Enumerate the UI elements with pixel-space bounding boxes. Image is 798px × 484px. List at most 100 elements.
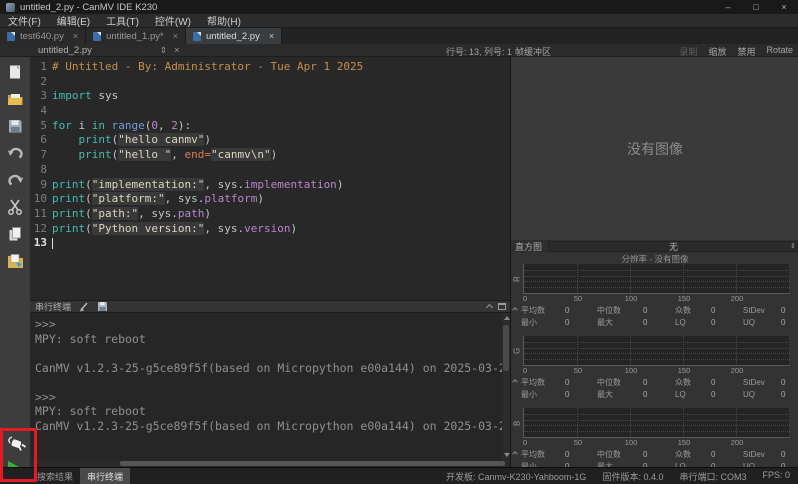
file-tab[interactable]: untitled_1.py* × <box>86 28 186 44</box>
histogram-x-axis: 050100150200 <box>523 366 798 376</box>
scrollbar-thumb[interactable] <box>503 325 509 371</box>
cut-scissors-icon <box>7 199 23 215</box>
cut-button[interactable] <box>4 195 26 218</box>
code-line: 9print("implementation:", sys.implementa… <box>30 178 510 193</box>
undo-button[interactable] <box>4 141 26 164</box>
axis-tick: 150 <box>678 438 691 447</box>
stat-label: UQ <box>743 317 781 329</box>
new-file-button[interactable] <box>4 60 26 83</box>
line-number: 9 <box>30 178 52 193</box>
terminal-window-controls <box>486 303 506 310</box>
collapse-section-icon[interactable] <box>512 450 519 457</box>
terminal-horizontal-scrollbar[interactable] <box>30 460 510 467</box>
tab-close-icon[interactable]: × <box>269 31 274 41</box>
histogram-channel-select[interactable]: 无 ⇕ <box>548 241 798 252</box>
line-number: 4 <box>30 104 52 119</box>
stat-label: LQ <box>675 389 711 401</box>
file-tab[interactable]: test640.py× <box>0 28 86 44</box>
tab-close-icon[interactable]: × <box>73 31 78 41</box>
code-token: "Python version:" <box>92 222 205 235</box>
stat-value: 0 <box>711 317 743 329</box>
close-icon[interactable]: × <box>770 0 798 14</box>
stat-value: 0 <box>711 389 743 401</box>
menu-item[interactable]: 工具(T) <box>98 13 147 28</box>
status-bar-info: 开发板: Canmv-K230-Yahboom-1G 固件版本: 0.4.0 串… <box>446 470 790 483</box>
axis-tick: 200 <box>731 366 744 375</box>
paste-button[interactable] <box>4 249 26 272</box>
stat-value: 0 <box>711 377 743 389</box>
status-bar-tabs: 搜索结果串行终端 <box>30 468 130 484</box>
code-token: implementation <box>244 178 337 191</box>
code-line: 1# Untitled - By: Administrator - Tue Ap… <box>30 60 510 75</box>
code-token: ) <box>257 192 264 205</box>
gridline <box>683 336 684 365</box>
code-token: = <box>204 148 211 161</box>
collapse-terminal-icon[interactable] <box>486 303 493 310</box>
code-text: import sys <box>52 89 118 104</box>
stat-label: 平均数 <box>521 377 565 389</box>
open-file-button[interactable] <box>4 87 26 110</box>
code-line: 10print("platform:", sys.platform) <box>30 192 510 207</box>
redo-button[interactable] <box>4 168 26 191</box>
combo-updown-icon: ⇕ <box>790 242 796 250</box>
axis-tick: 0 <box>523 438 527 447</box>
redo-icon <box>7 172 24 188</box>
scrollbar-thumb[interactable] <box>120 461 505 466</box>
title-bar: untitled_2.py - CanMV IDE K230 – □ × <box>0 0 798 14</box>
maximize-icon[interactable]: □ <box>742 0 770 14</box>
line-number: 13 <box>30 236 52 251</box>
collapse-section-icon[interactable] <box>512 378 519 385</box>
code-token: print <box>52 222 85 235</box>
save-log-button[interactable] <box>96 302 108 312</box>
popout-terminal-icon[interactable] <box>498 303 506 310</box>
code-token: path <box>178 207 205 220</box>
status-tab[interactable]: 串行终端 <box>80 468 130 484</box>
document-selector-updown-icon[interactable]: ⇕ <box>160 45 167 56</box>
document-selector[interactable]: untitled_2.py <box>38 45 92 56</box>
line-number: 8 <box>30 163 52 178</box>
histogram-plot-b <box>523 408 790 438</box>
connect-button[interactable] <box>4 433 28 457</box>
code-line: 3import sys <box>30 89 510 104</box>
plug-icon <box>4 433 28 457</box>
axis-tick: 100 <box>625 294 638 303</box>
code-token: , sys. <box>138 207 178 220</box>
stat-value: 0 <box>643 389 675 401</box>
menu-item[interactable]: 编辑(E) <box>49 13 98 28</box>
gridline <box>789 264 790 293</box>
stat-label: 最大 <box>597 389 643 401</box>
code-line: 8 <box>30 163 510 178</box>
file-tab[interactable]: untitled_2.py × <box>186 28 282 44</box>
terminal-line <box>35 375 510 390</box>
file-tab-label: untitled_1.py* <box>106 31 164 42</box>
code-editor[interactable]: 1# Untitled - By: Administrator - Tue Ap… <box>30 57 510 300</box>
code-token: "path:" <box>92 207 138 220</box>
stat-label: UQ <box>743 389 781 401</box>
gridline <box>524 353 790 354</box>
minimize-icon[interactable]: – <box>714 0 742 14</box>
stat-value: 0 <box>643 305 675 317</box>
menu-item[interactable]: 文件(F) <box>0 13 49 28</box>
clear-terminal-button[interactable] <box>79 302 91 312</box>
file-tab-label: untitled_2.py <box>206 31 260 42</box>
file-tab-bar: test640.py× untitled_1.py* × untitled_2.py × <box>0 28 798 44</box>
code-token: "platform:" <box>92 192 165 205</box>
status-tab[interactable]: 搜索结果 <box>30 468 80 484</box>
app-window: untitled_2.py - CanMV IDE K230 – □ × 文件(… <box>0 0 798 484</box>
tab-close-icon[interactable]: × <box>173 31 178 41</box>
code-token: ): <box>178 119 191 132</box>
text-caret <box>52 238 53 249</box>
menu-item[interactable]: 控件(W) <box>147 13 199 28</box>
document-close-icon[interactable]: × <box>174 45 180 56</box>
code-token: "hello canmv" <box>118 133 204 146</box>
collapse-section-icon[interactable] <box>512 306 519 313</box>
save-button[interactable] <box>4 114 26 137</box>
stat-label: 最小 <box>521 317 565 329</box>
channel-label: B <box>511 408 523 438</box>
terminal-line: MPY: soft reboot <box>35 332 510 347</box>
menu-item[interactable]: 帮助(H) <box>199 13 249 28</box>
serial-terminal[interactable]: >>>MPY: soft reboot CanMV v1.2.3-25-g5ce… <box>30 313 510 460</box>
copy-button[interactable] <box>4 222 26 245</box>
terminal-vertical-scrollbar[interactable] <box>502 313 510 460</box>
code-token: , <box>171 148 184 161</box>
